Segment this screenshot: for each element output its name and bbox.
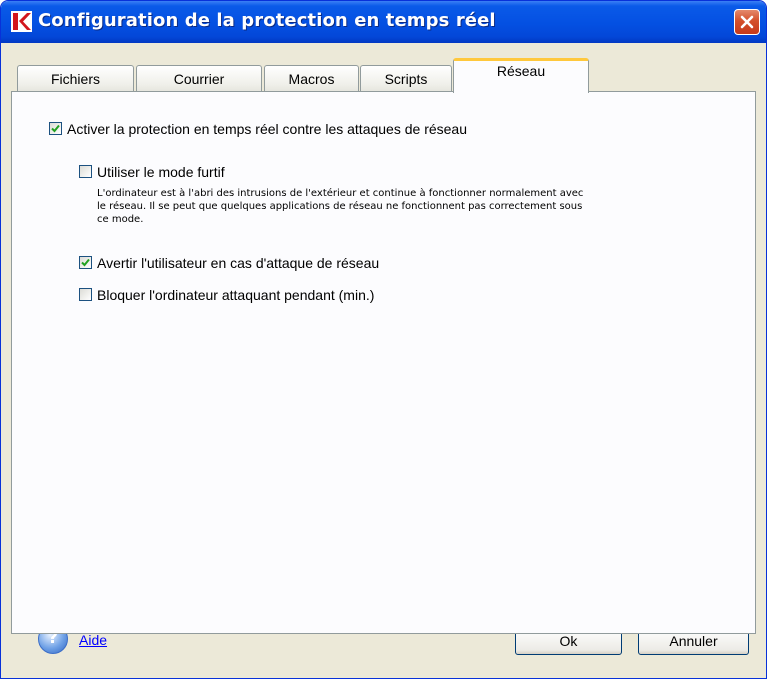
warn-user-checkbox[interactable] (79, 256, 92, 269)
stealth-mode-description: L'ordinateur est à l'abri des intrusions… (97, 187, 583, 226)
tab-fichiers-label: Fichiers (50, 71, 100, 87)
dialog-body: Fichiers Courrier Macros Scripts Réseau … (5, 43, 762, 676)
block-attacker-label[interactable]: Bloquer l'ordinateur attaquant pendant (… (97, 287, 374, 303)
tab-reseau[interactable]: Réseau (453, 58, 589, 93)
close-button[interactable] (734, 9, 760, 35)
enable-protection-label[interactable]: Activer la protection en temps réel cont… (67, 121, 467, 137)
title-bar[interactable]: Configuration de la protection en temps … (1, 1, 766, 43)
close-icon (740, 15, 754, 29)
stealth-mode-label[interactable]: Utiliser le mode furtif (97, 164, 225, 180)
reseau-tab-panel: Activer la protection en temps réel cont… (11, 91, 756, 634)
enable-protection-checkbox[interactable] (49, 122, 62, 135)
description-line: ce mode. (97, 214, 144, 225)
tab-fichiers[interactable]: Fichiers (17, 65, 134, 92)
tab-reseau-label: Réseau (496, 63, 546, 79)
description-line: L'ordinateur est à l'abri des intrusions… (97, 188, 584, 199)
warn-user-label[interactable]: Avertir l'utilisateur en cas d'attaque d… (97, 255, 379, 271)
stealth-mode-checkbox[interactable] (79, 165, 92, 178)
help-link[interactable]: Aide (79, 632, 107, 648)
tab-courrier-label: Courrier (173, 71, 225, 87)
checkmark-icon (81, 258, 90, 267)
tab-macros[interactable]: Macros (264, 65, 359, 92)
tab-macros-label: Macros (288, 71, 335, 87)
checkmark-icon (51, 124, 60, 133)
tab-scripts-label: Scripts (384, 71, 428, 87)
description-line: le réseau. Il se peut que quelques appli… (97, 201, 583, 212)
dialog-window: Configuration de la protection en temps … (0, 0, 767, 679)
tab-courrier[interactable]: Courrier (136, 65, 262, 92)
tab-scripts[interactable]: Scripts (360, 65, 452, 92)
window-title: Configuration de la protection en temps … (38, 10, 496, 31)
kaspersky-logo-icon (11, 11, 32, 32)
block-attacker-checkbox[interactable] (79, 288, 92, 301)
